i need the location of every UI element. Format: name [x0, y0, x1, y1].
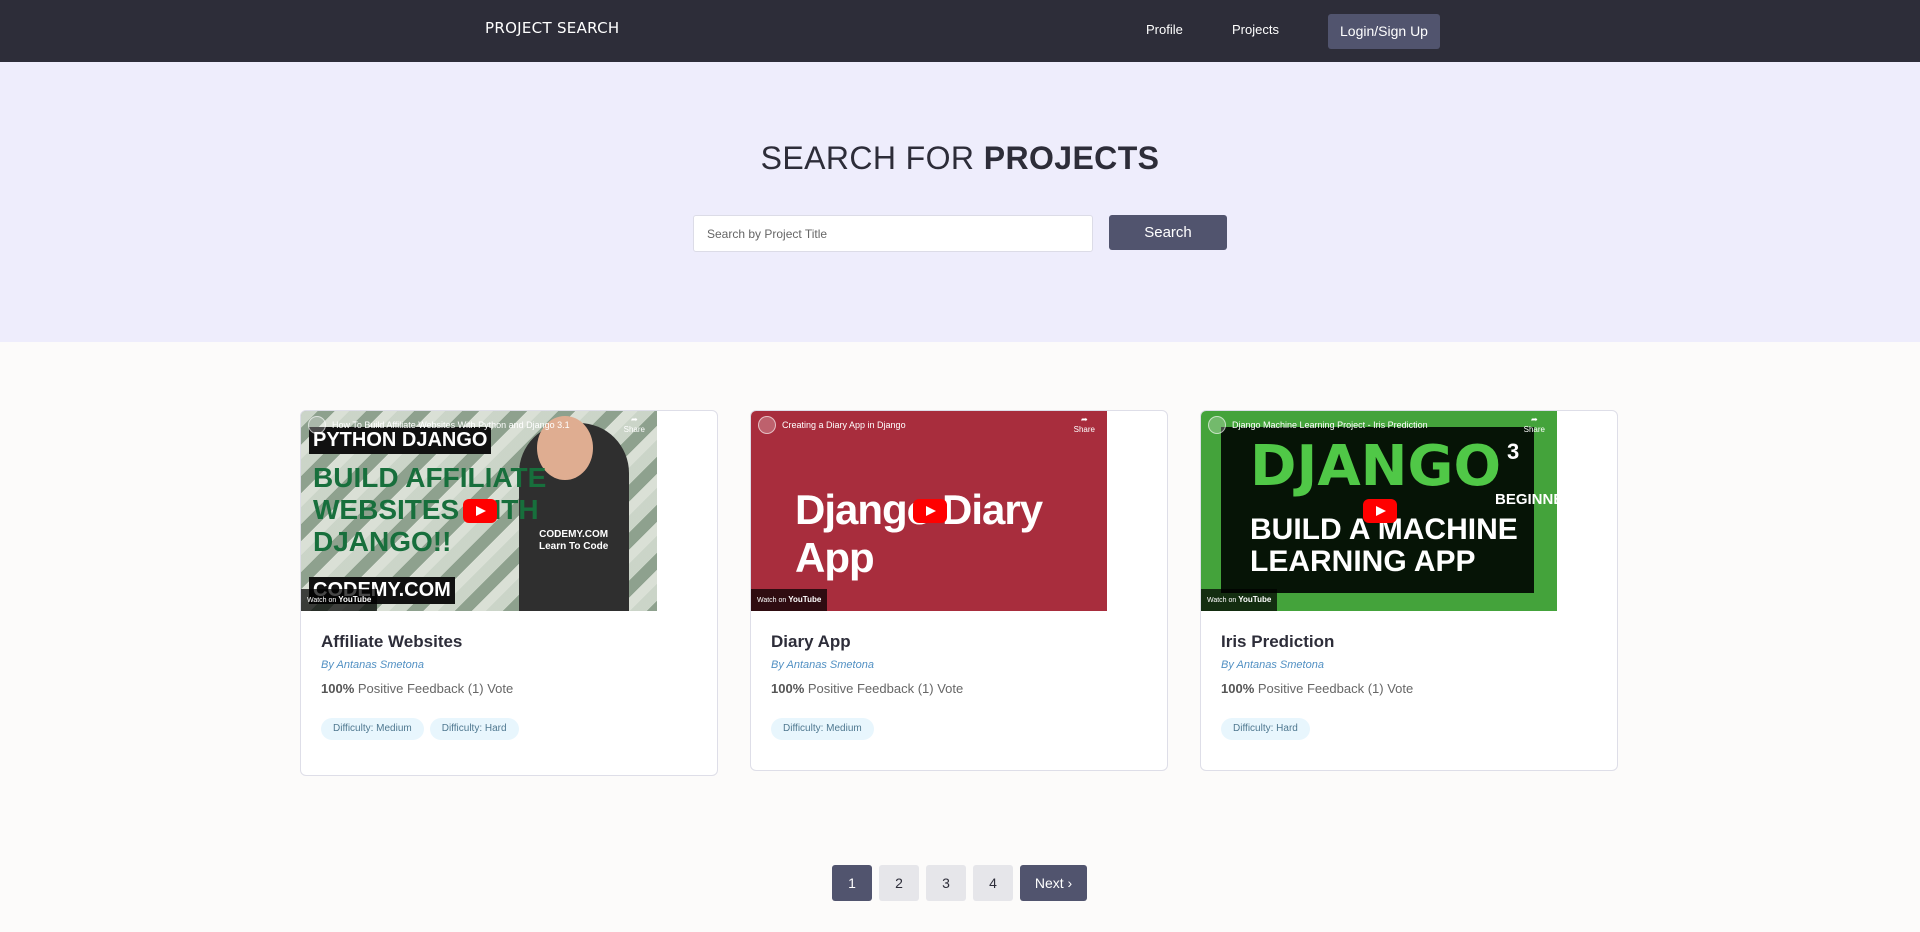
share-button[interactable]: ➦ Share [624, 415, 645, 435]
tag-difficulty-medium: Difficulty: Medium [771, 718, 874, 740]
watch-on-youtube-link[interactable]: Watch on YouTube [301, 589, 378, 611]
card-body: Diary App By Antanas Smetona 100% Positi… [751, 611, 1167, 740]
watch-on-label: Watch on [307, 597, 337, 604]
watch-on-label: Watch on [1207, 597, 1237, 604]
project-feedback: 100% Positive Feedback (1) Vote [771, 681, 1147, 696]
video-title-bar[interactable]: Creating a Diary App in Django [751, 411, 1107, 439]
share-label: Share [623, 425, 645, 434]
video-title[interactable]: How To Build Affiliate Websites With Pyt… [332, 420, 570, 430]
share-icon: ➦ [630, 415, 638, 424]
watch-on-youtube-link[interactable]: Watch on YouTube [751, 589, 828, 611]
channel-icon[interactable] [1208, 416, 1226, 434]
project-tags: Difficulty: Hard [1221, 718, 1597, 740]
thumbnail-caption-line: BUILD AFFILIATE [313, 462, 547, 493]
youtube-video-embed[interactable]: Django Diary App Creating a Diary App in… [751, 411, 1107, 611]
video-title-bar[interactable]: Django Machine Learning Project - Iris P… [1201, 411, 1557, 439]
project-author-link[interactable]: By Antanas Smetona [1221, 659, 1597, 671]
youtube-logo: YouTube [788, 595, 822, 604]
tag-difficulty-hard: Difficulty: Hard [429, 718, 519, 740]
channel-icon[interactable] [308, 416, 326, 434]
thumbnail-subtitle-line: LEARNING APP [1250, 545, 1476, 578]
card-body: Iris Prediction By Antanas Smetona 100% … [1201, 611, 1617, 740]
project-title[interactable]: Iris Prediction [1221, 631, 1597, 653]
feedback-text: Positive Feedback (1) Vote [804, 681, 964, 696]
project-search-input[interactable] [693, 215, 1093, 252]
youtube-video-embed[interactable]: DJANGO 3 BEGINNER BUILD A MACHINE LEARNI… [1201, 411, 1557, 611]
play-icon[interactable] [913, 499, 947, 523]
feedback-percent: 100% [1221, 681, 1255, 696]
youtube-video-embed[interactable]: PYTHON DJANGO BUILD AFFILIATE WEBSITES W… [301, 411, 657, 611]
nav-projects-link[interactable]: Projects [1232, 22, 1279, 37]
top-navbar: PROJECT SEARCH Profile Projects Login/Si… [0, 0, 1920, 62]
page-button-2[interactable]: 2 [879, 865, 919, 901]
project-tags: Difficulty: Medium [771, 718, 1147, 740]
thumbnail-title: Django Diary App [795, 486, 1043, 581]
search-button[interactable]: Search [1109, 215, 1227, 250]
shirt-logo-line: Learn To Code [539, 541, 609, 552]
shirt-logo-line: CODEMY.COM [539, 529, 609, 540]
video-title[interactable]: Creating a Diary App in Django [782, 420, 906, 430]
project-card-diary-app[interactable]: Django Diary App Creating a Diary App in… [750, 410, 1168, 771]
project-title[interactable]: Affiliate Websites [321, 631, 697, 653]
project-card-iris-prediction[interactable]: DJANGO 3 BEGINNER BUILD A MACHINE LEARNI… [1200, 410, 1618, 771]
share-button[interactable]: ➦ Share [1524, 415, 1545, 435]
shirt-logo: CODEMY.COM Learn To Code [539, 529, 608, 553]
channel-icon[interactable] [758, 416, 776, 434]
project-tags: Difficulty: Medium Difficulty: Hard [321, 718, 697, 740]
nav-profile-link[interactable]: Profile [1146, 22, 1183, 37]
page-title: SEARCH FOR PROJECTS [0, 140, 1920, 177]
youtube-logo: YouTube [1238, 595, 1272, 604]
card-body: Affiliate Websites By Antanas Smetona 10… [301, 611, 717, 740]
thumbnail-title: DJANGO [1250, 434, 1502, 499]
video-title-bar[interactable]: How To Build Affiliate Websites With Pyt… [301, 411, 657, 439]
thumbnail-caption-line: DJANGO!! [313, 526, 452, 557]
next-page-button[interactable]: Next › [1020, 865, 1087, 901]
thumbnail-caption-line: WEBSITES WITH [313, 494, 539, 525]
login-signup-button[interactable]: Login/Sign Up [1328, 14, 1440, 49]
page-title-highlight: PROJECTS [983, 140, 1160, 176]
feedback-text: Positive Feedback (1) Vote [354, 681, 514, 696]
feedback-text: Positive Feedback (1) Vote [1254, 681, 1414, 696]
watch-on-label: Watch on [757, 597, 787, 604]
search-hero [0, 62, 1920, 342]
feedback-percent: 100% [771, 681, 805, 696]
page-title-prefix: SEARCH FOR [760, 140, 984, 176]
pagination: 1 2 3 4 Next › [832, 865, 1087, 901]
project-feedback: 100% Positive Feedback (1) Vote [321, 681, 697, 696]
thumbnail-subtitle: BUILD A MACHINE LEARNING APP [1250, 514, 1518, 578]
share-icon: ➦ [1080, 415, 1088, 424]
youtube-logo: YouTube [338, 595, 372, 604]
project-author-link[interactable]: By Antanas Smetona [771, 659, 1147, 671]
tag-difficulty-hard: Difficulty: Hard [1221, 718, 1310, 740]
page-button-3[interactable]: 3 [926, 865, 966, 901]
thumbnail-version: 3 [1507, 439, 1520, 464]
play-icon[interactable] [463, 499, 497, 523]
page-button-1[interactable]: 1 [832, 865, 872, 901]
share-label: Share [1073, 425, 1095, 434]
watch-on-youtube-link[interactable]: Watch on YouTube [1201, 589, 1278, 611]
share-label: Share [1523, 425, 1545, 434]
play-icon[interactable] [1363, 499, 1397, 523]
page-button-4[interactable]: 4 [973, 865, 1013, 901]
project-feedback: 100% Positive Feedback (1) Vote [1221, 681, 1597, 696]
video-title[interactable]: Django Machine Learning Project - Iris P… [1232, 420, 1428, 430]
thumbnail-caption: BUILD AFFILIATE WEBSITES WITH DJANGO!! [313, 462, 546, 558]
thumbnail-level: BEGINNER [1495, 491, 1557, 508]
project-title[interactable]: Diary App [771, 631, 1147, 653]
project-author-link[interactable]: By Antanas Smetona [321, 659, 697, 671]
share-icon: ➦ [1530, 415, 1538, 424]
tag-difficulty-medium: Difficulty: Medium [321, 718, 424, 740]
project-card-affiliate-websites[interactable]: PYTHON DJANGO BUILD AFFILIATE WEBSITES W… [300, 410, 718, 776]
feedback-percent: 100% [321, 681, 355, 696]
share-button[interactable]: ➦ Share [1074, 415, 1095, 435]
brand-link[interactable]: PROJECT SEARCH [485, 19, 619, 37]
